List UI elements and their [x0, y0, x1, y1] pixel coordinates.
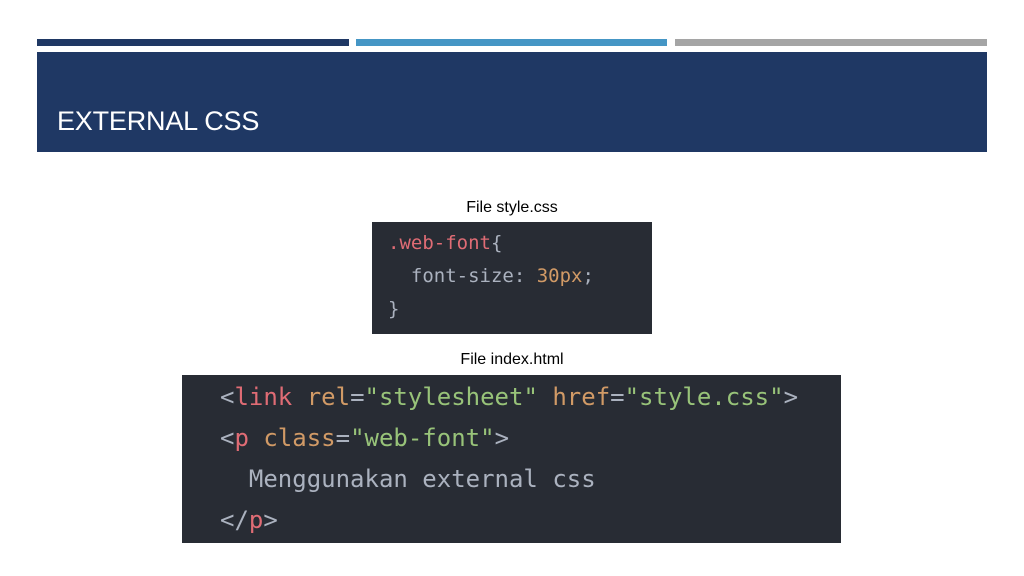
- code-token: :: [513, 265, 537, 287]
- code-token: 30px: [536, 265, 583, 287]
- code-token: <: [220, 383, 235, 411]
- css-code-block: .web-font{ font-size: 30px;}: [372, 222, 652, 334]
- html-code-block: <link rel="stylesheet" href="style.css">…: [182, 375, 841, 543]
- code-line: <link rel="stylesheet" href="style.css">: [220, 377, 841, 418]
- code-token: >: [263, 506, 278, 534]
- code-token: }: [388, 298, 400, 320]
- code-token: link: [234, 383, 293, 411]
- code-token: "web-font": [350, 424, 495, 452]
- accent-bar-light-blue: [356, 39, 667, 46]
- code-token: </: [220, 506, 249, 534]
- code-token: >: [494, 424, 510, 452]
- code-token: {: [490, 232, 503, 254]
- code-token: p: [234, 424, 249, 452]
- code-line: }: [388, 293, 652, 326]
- code-token: =: [350, 383, 365, 411]
- code-token: .web-font: [388, 232, 491, 254]
- code-token: =: [335, 424, 351, 452]
- code-token: "style.css": [624, 383, 784, 411]
- code-token: <: [220, 424, 235, 452]
- code-token: Menggunakan external css: [220, 465, 596, 493]
- title-band: EXTERNAL CSS: [37, 52, 987, 152]
- code-line: </p>: [220, 500, 841, 541]
- code-token: >: [783, 383, 799, 411]
- accent-bar-dark-blue: [37, 39, 349, 46]
- code-token: ;: [582, 265, 594, 287]
- code-line: <p class="web-font">: [220, 418, 841, 459]
- code-token: rel: [306, 383, 351, 411]
- accent-bar-gray: [675, 39, 987, 46]
- code-line: .web-font{: [388, 227, 652, 260]
- code-token: =: [610, 383, 625, 411]
- code-token: font-size: [388, 265, 514, 287]
- html-file-caption: File index.html: [460, 351, 564, 368]
- code-line: font-size: 30px;: [388, 260, 652, 293]
- slide-title: EXTERNAL CSS: [57, 106, 260, 136]
- css-file-caption: File style.css: [466, 199, 558, 216]
- code-token: p: [248, 506, 264, 534]
- code-token: "stylesheet": [364, 383, 538, 411]
- code-token: href: [552, 383, 611, 411]
- code-line: Menggunakan external css: [220, 459, 841, 500]
- code-token: class: [263, 424, 336, 452]
